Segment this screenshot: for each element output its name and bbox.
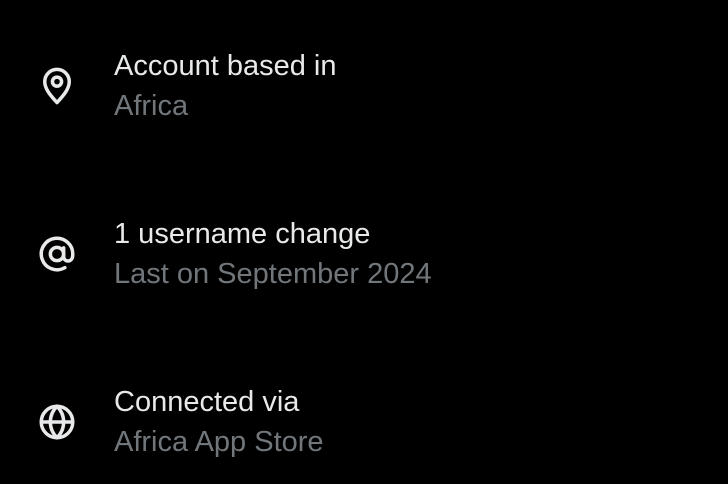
account-location-title: Account based in: [114, 50, 337, 82]
connected-via-row: Connected via Africa App Store: [0, 371, 728, 471]
at-sign-icon: [36, 233, 78, 275]
username-change-title: 1 username change: [114, 218, 371, 250]
globe-icon: [36, 401, 78, 443]
location-pin-icon: [36, 65, 78, 107]
username-change-date: Last on September 2024: [114, 258, 432, 290]
account-location-value: Africa: [114, 90, 189, 122]
username-change-row: 1 username change Last on September 2024: [0, 203, 728, 303]
connected-via-value: Africa App Store: [114, 426, 324, 458]
account-location-row: Account based in Africa: [0, 35, 728, 135]
connected-via-title: Connected via: [114, 386, 300, 418]
